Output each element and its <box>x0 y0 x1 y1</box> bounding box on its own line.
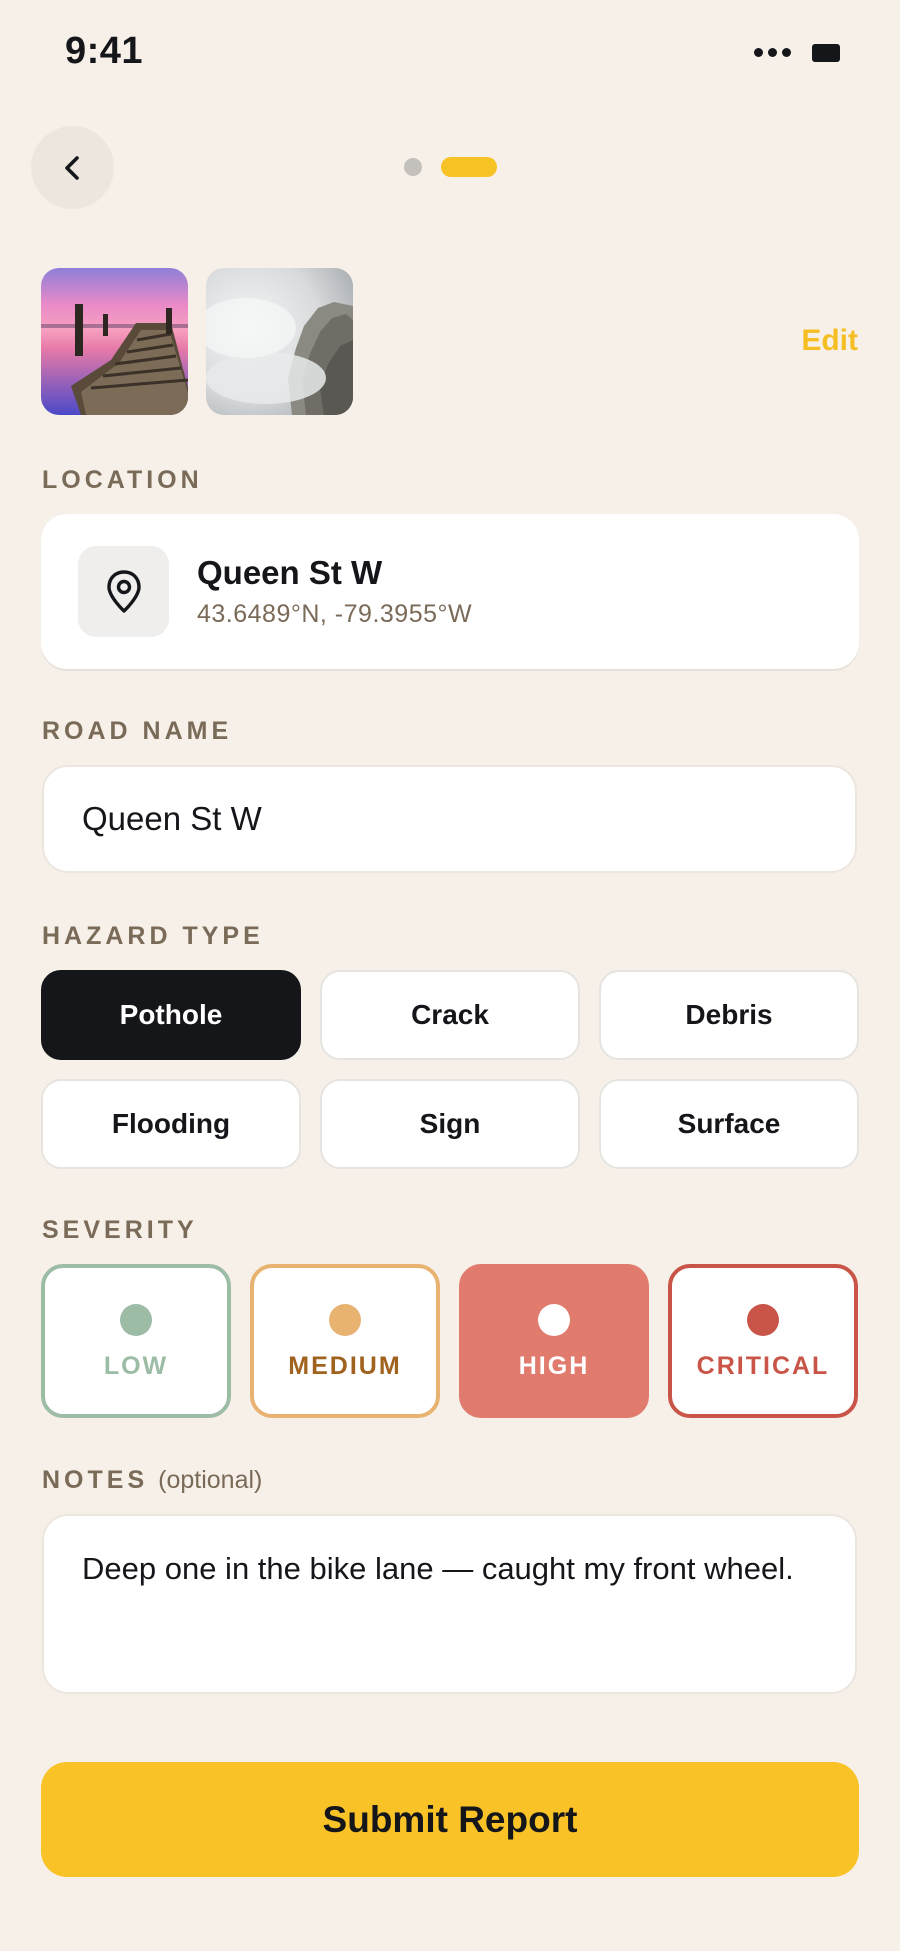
notes-label: NOTES (optional) <box>42 1466 262 1495</box>
severity-medium-label: MEDIUM <box>288 1352 402 1380</box>
notes-optional-hint: (optional) <box>158 1466 263 1494</box>
photo-thumbnail[interactable] <box>206 268 353 415</box>
misty-cliff-image <box>206 268 353 415</box>
severity-critical-dot <box>747 1304 779 1336</box>
severity-critical-label: CRITICAL <box>696 1352 830 1380</box>
chevron-left-icon <box>64 155 79 180</box>
severity-critical[interactable]: CRITICAL <box>668 1264 858 1418</box>
location-name: Queen St W <box>197 554 383 591</box>
notes-label-text: NOTES <box>42 1466 149 1494</box>
hazard-chip-crack[interactable]: Crack <box>320 970 580 1060</box>
submit-report-button[interactable]: Submit Report <box>41 1762 859 1877</box>
notes-textarea[interactable]: Deep one in the bike lane — caught my fr… <box>42 1514 857 1694</box>
severity-label: SEVERITY <box>42 1216 198 1244</box>
location-coordinates: 43.6489°N, -79.3955°W <box>197 600 473 628</box>
page-dot-inactive <box>404 158 422 176</box>
severity-low-dot <box>120 1304 152 1336</box>
edit-photos-link[interactable]: Edit <box>801 324 858 358</box>
page-dot-active <box>441 157 497 177</box>
severity-high-dot <box>538 1304 570 1336</box>
severity-high[interactable]: HIGH <box>459 1264 649 1418</box>
photo-thumbnail[interactable] <box>41 268 188 415</box>
road-name-input[interactable] <box>42 765 857 873</box>
map-pin-icon <box>106 569 141 613</box>
location-card[interactable]: Queen St W 43.6489°N, -79.3955°W <box>41 514 859 669</box>
hazard-chip-surface[interactable]: Surface <box>599 1079 859 1169</box>
hazard-chip-pothole[interactable]: Pothole <box>41 970 301 1060</box>
location-icon-box <box>78 546 169 637</box>
pier-sunset-image <box>41 268 188 415</box>
severity-medium[interactable]: MEDIUM <box>250 1264 440 1418</box>
hazard-chip-debris[interactable]: Debris <box>599 970 859 1060</box>
severity-low-label: LOW <box>103 1352 169 1380</box>
more-icon <box>754 48 792 58</box>
hazard-chip-flooding[interactable]: Flooding <box>41 1079 301 1169</box>
severity-low[interactable]: LOW <box>41 1264 231 1418</box>
hazard-type-label: HAZARD TYPE <box>42 922 264 950</box>
status-bar: 9:41 <box>0 0 900 110</box>
hazard-chip-sign[interactable]: Sign <box>320 1079 580 1169</box>
road-name-label: ROAD NAME <box>42 717 233 745</box>
back-button[interactable] <box>31 126 114 209</box>
location-label: LOCATION <box>42 466 203 494</box>
severity-medium-dot <box>329 1304 361 1336</box>
battery-icon <box>812 44 840 62</box>
status-time: 9:41 <box>65 30 144 72</box>
severity-high-label: HIGH <box>518 1352 590 1380</box>
